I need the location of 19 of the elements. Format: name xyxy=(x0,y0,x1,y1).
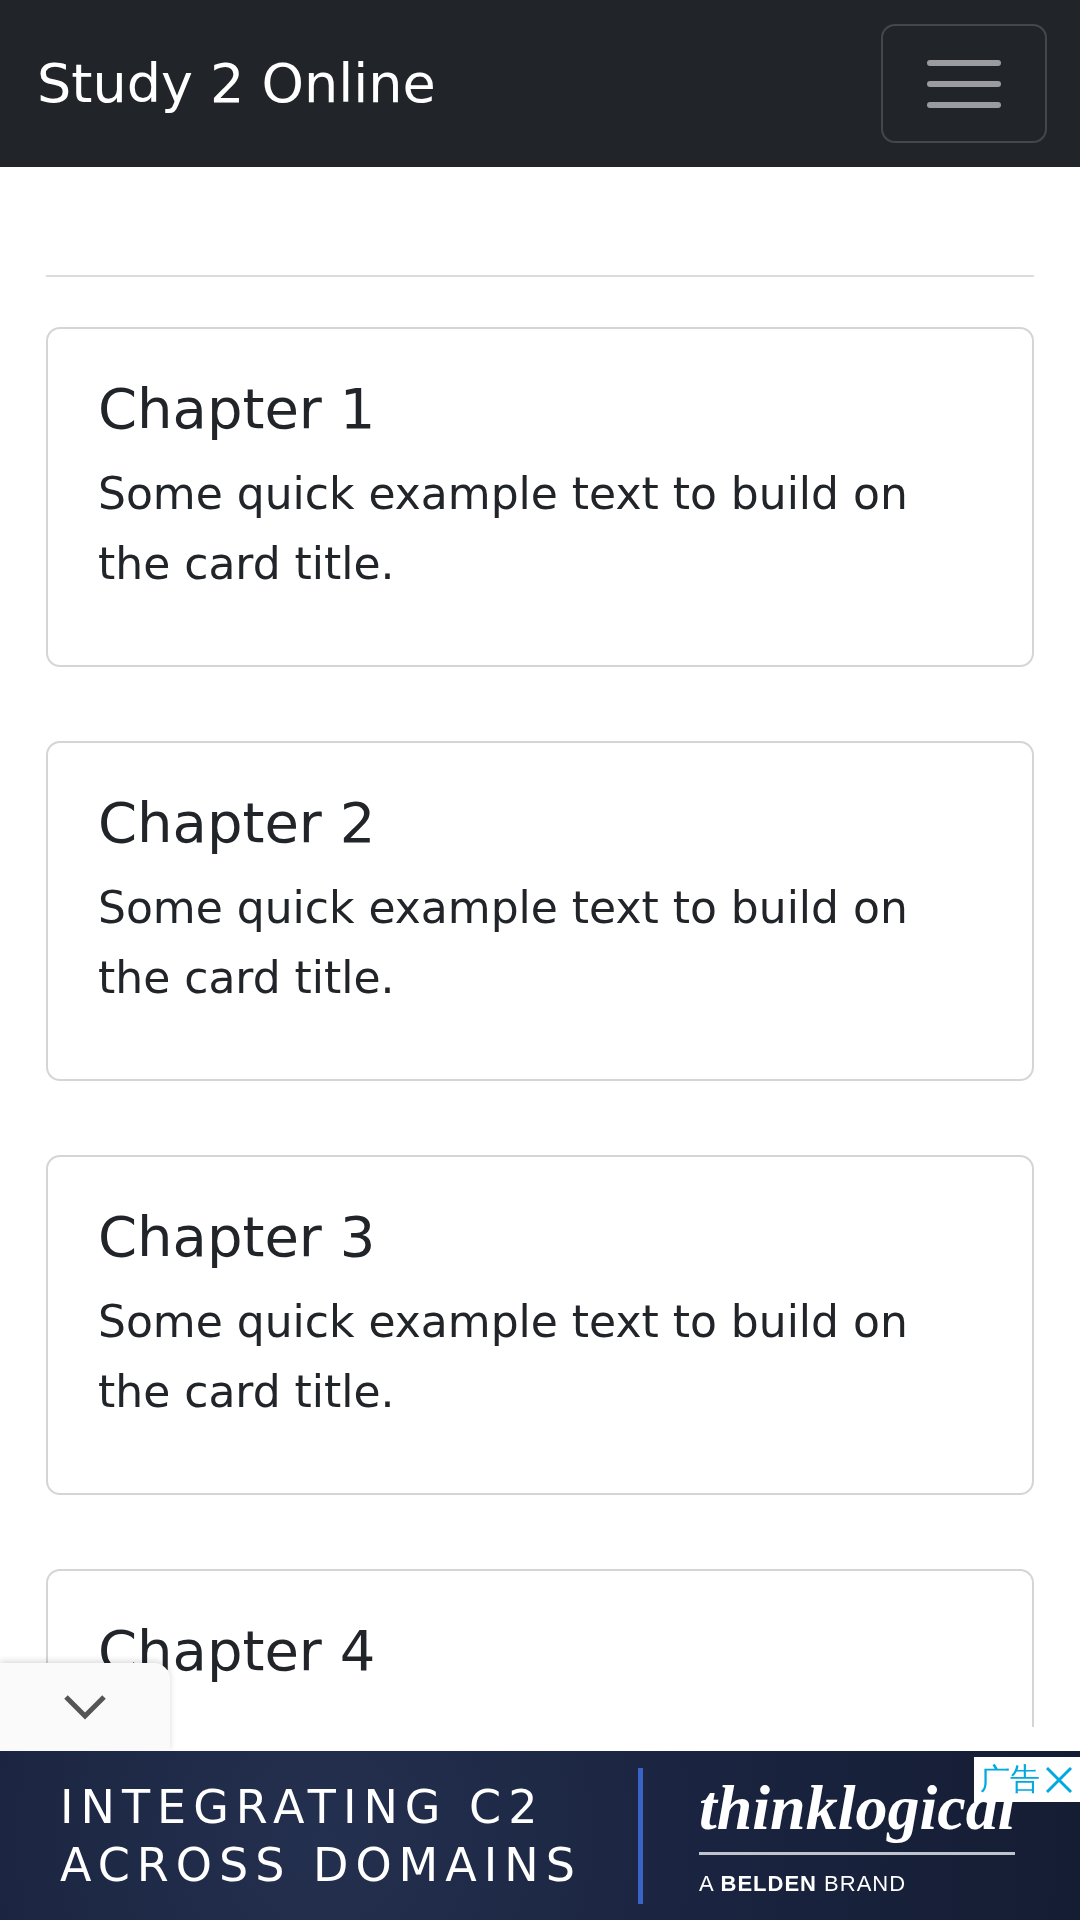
card-title: Chapter 2 xyxy=(98,789,377,857)
card-title: Chapter 3 xyxy=(98,1203,377,1271)
ad-headline: ACROSS DOMAINS xyxy=(60,1837,582,1892)
card-title: Chapter 1 xyxy=(98,375,377,443)
menu-button[interactable] xyxy=(881,24,1047,143)
card-text: Some quick example text to build on the card title. xyxy=(98,881,909,1005)
close-button[interactable] xyxy=(1044,1764,1074,1795)
chapter-card[interactable]: Chapter 2 Some quick example text to build on the card title. xyxy=(46,741,1034,1081)
ad-headline: INTEGRATING C2 xyxy=(60,1779,546,1834)
card-text: Some quick example text to build on the card title. xyxy=(98,1295,909,1419)
ad-banner[interactable]: INTEGRATING C2 ACROSS DOMAINS thinklogical A BELDEN BRAND 广告 xyxy=(0,1751,1080,1920)
chevron-icon xyxy=(63,1694,107,1720)
site-title[interactable]: Study 2 Online xyxy=(37,52,436,115)
card-text: Some quick example text to build on the card title. xyxy=(98,467,909,591)
chapter-card[interactable]: Chapter 3 Some quick example text to build on the card title. xyxy=(46,1155,1034,1495)
ad-tagline: A BELDEN BRAND xyxy=(698,1871,908,1897)
menu-icon xyxy=(927,57,1001,110)
close-icon xyxy=(1044,1764,1074,1795)
chapter-card[interactable]: Chapter 1 Some quick example text to build on the card title. xyxy=(46,327,1034,667)
